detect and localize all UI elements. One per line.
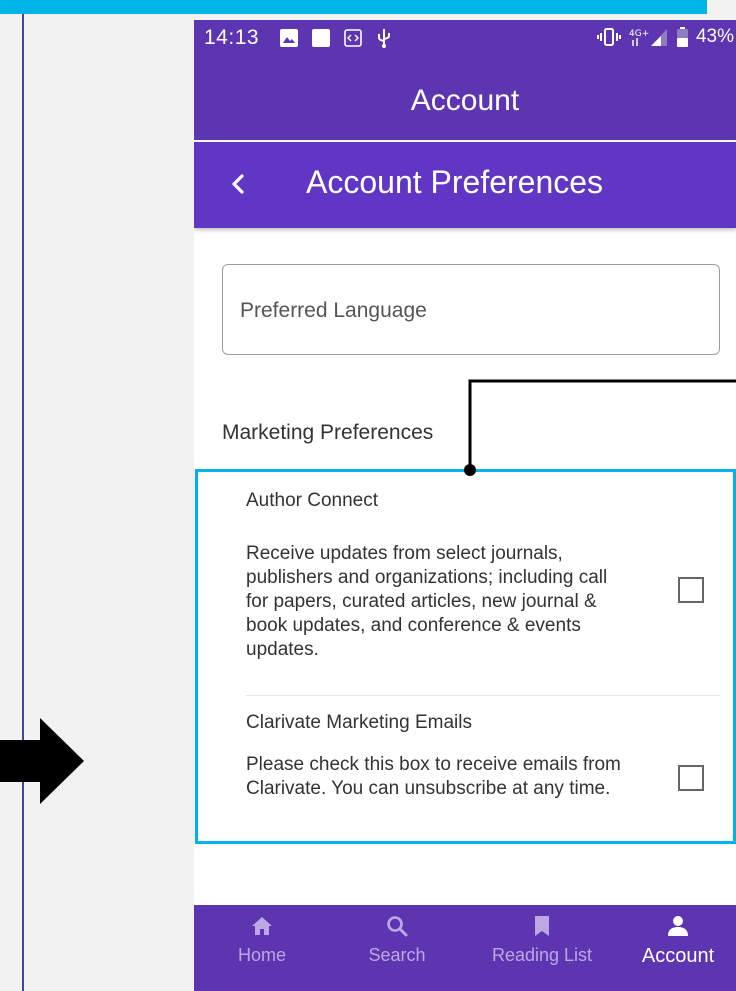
annotation-top-bar (0, 0, 707, 14)
status-left-icons (280, 28, 392, 48)
battery-icon (676, 27, 688, 47)
usb-icon (378, 29, 390, 48)
app-bar: Account (194, 58, 736, 140)
annotation-vertical-line (22, 14, 24, 991)
status-time: 14:13 (204, 26, 260, 49)
app-title: Account (410, 84, 520, 117)
code-icon (344, 29, 362, 47)
nav-search-label: Search (368, 945, 426, 965)
search-icon (387, 916, 408, 937)
battery-percent: 43% (695, 26, 734, 47)
vibrate-icon (596, 28, 621, 46)
square-icon (312, 29, 330, 47)
nav-search[interactable]: Search (352, 905, 442, 991)
marketing-preferences-heading: Marketing Preferences (222, 421, 434, 444)
bottom-nav: Home Search Reading List Account (194, 905, 736, 991)
chevron-left-icon[interactable] (224, 166, 254, 202)
nav-account-label: Account (641, 945, 715, 967)
nav-account[interactable]: Account (628, 905, 728, 991)
nav-home-label: Home (237, 945, 286, 965)
person-icon (668, 916, 688, 936)
sub-header: Account Preferences (194, 142, 736, 228)
image-icon (280, 29, 298, 47)
nav-reading-list[interactable]: Reading List (480, 905, 604, 991)
lte-signal-icon: 4G+ (629, 29, 667, 46)
page-title: Account Preferences (306, 164, 604, 200)
preferred-language-placeholder: Preferred Language (240, 299, 427, 322)
preferred-language-field[interactable]: Preferred Language (222, 264, 720, 355)
home-icon (252, 917, 272, 935)
annotation-arrow-icon (0, 718, 84, 804)
svg-text:4G+: 4G+ (629, 29, 649, 39)
annotation-highlight-box (195, 469, 736, 844)
bookmark-icon (535, 916, 549, 936)
nav-home[interactable]: Home (222, 905, 302, 991)
status-bar: 14:13 4G+ 43% (194, 20, 736, 58)
status-right-icons: 4G+ 43% (596, 26, 734, 48)
nav-reading-list-label: Reading List (491, 945, 593, 965)
